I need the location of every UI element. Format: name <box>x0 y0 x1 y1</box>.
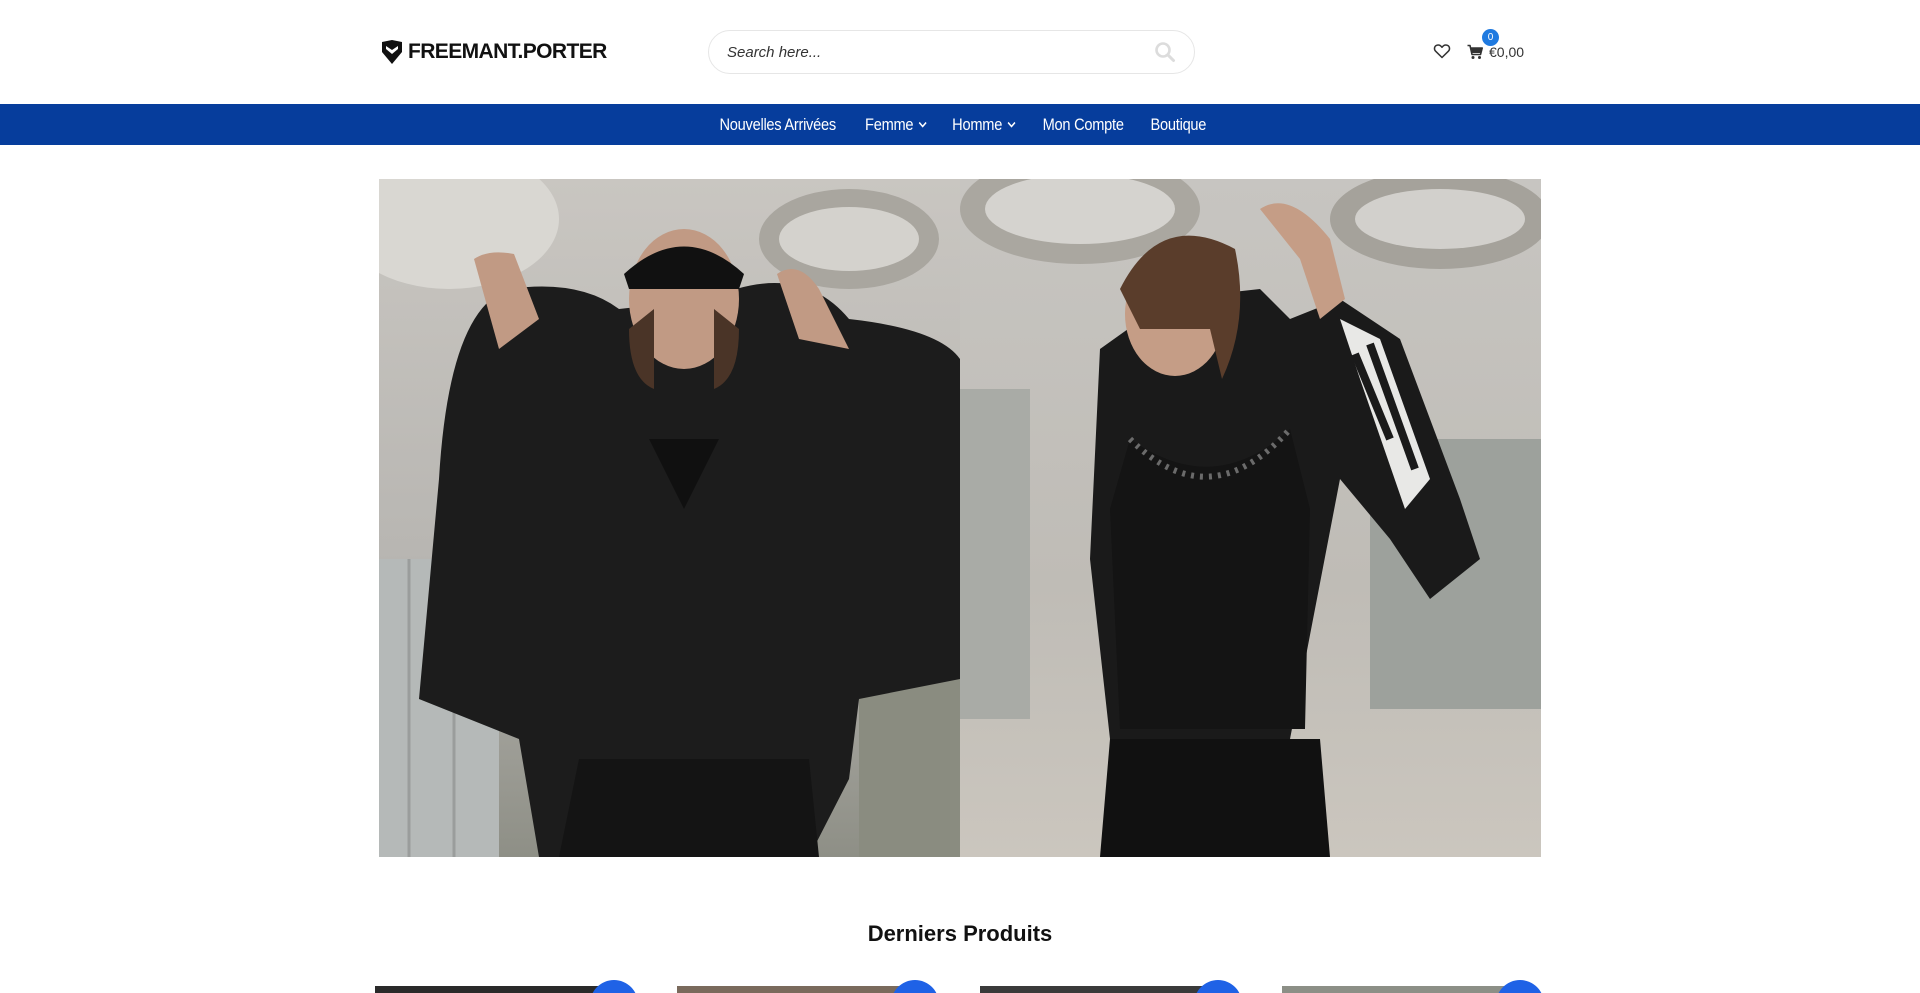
nav-item-homme[interactable]: Homme <box>952 115 1016 135</box>
nav-item-mon-compte[interactable]: Mon Compte <box>1043 115 1124 135</box>
nav-item-boutique[interactable]: Boutique <box>1150 115 1206 135</box>
logo-text: FREEMANT.PORTER <box>408 40 607 63</box>
site-logo[interactable]: FREEMANT.PORTER <box>380 38 607 66</box>
nav-item-label: Mon Compte <box>1042 114 1124 134</box>
chevron-down-icon <box>1007 121 1016 128</box>
cart-total: €0,00 <box>1489 44 1525 60</box>
product-card[interactable] <box>677 986 905 993</box>
main-nav: Nouvelles Arrivées Femme Homme Mon Compt… <box>0 104 1920 145</box>
product-card[interactable] <box>980 986 1208 993</box>
nav-item-label: Homme <box>952 114 1003 134</box>
latest-products-title: Derniers Produits <box>867 921 1053 946</box>
search-input[interactable] <box>727 31 1127 73</box>
model-photo-left <box>379 179 960 857</box>
search-box <box>708 30 1195 74</box>
nav-item-femme[interactable]: Femme <box>865 115 927 135</box>
site-header: FREEMANT.PORTER €0,00 0 <box>0 0 1920 104</box>
nav-item-nouvelles-arrivees[interactable]: Nouvelles Arrivées <box>719 114 836 135</box>
cart-count-badge: 0 <box>1482 29 1499 46</box>
hero-banner <box>379 179 1541 857</box>
product-image <box>677 986 905 993</box>
heart-icon[interactable] <box>1433 42 1451 60</box>
hero-image-right[interactable] <box>960 179 1541 857</box>
model-photo-right <box>960 179 1541 857</box>
product-action-button[interactable] <box>1194 980 1242 993</box>
nav-item-label: Boutique <box>1150 114 1206 134</box>
product-action-button[interactable] <box>590 980 638 993</box>
product-card[interactable] <box>1282 986 1510 993</box>
chevron-down-icon <box>918 121 927 128</box>
nav-item-label: Femme <box>865 114 914 134</box>
search-icon[interactable] <box>1154 41 1176 63</box>
product-image <box>980 986 1208 993</box>
product-action-button[interactable] <box>1496 980 1544 993</box>
product-card[interactable] <box>375 986 603 993</box>
product-action-button[interactable] <box>891 980 939 993</box>
product-image <box>375 986 603 993</box>
product-image <box>1282 986 1510 993</box>
logo-icon <box>382 40 402 64</box>
nav-item-label: Nouvelles Arrivées <box>719 114 836 134</box>
hero-image-left[interactable] <box>379 179 960 857</box>
cart-icon <box>1467 44 1483 59</box>
